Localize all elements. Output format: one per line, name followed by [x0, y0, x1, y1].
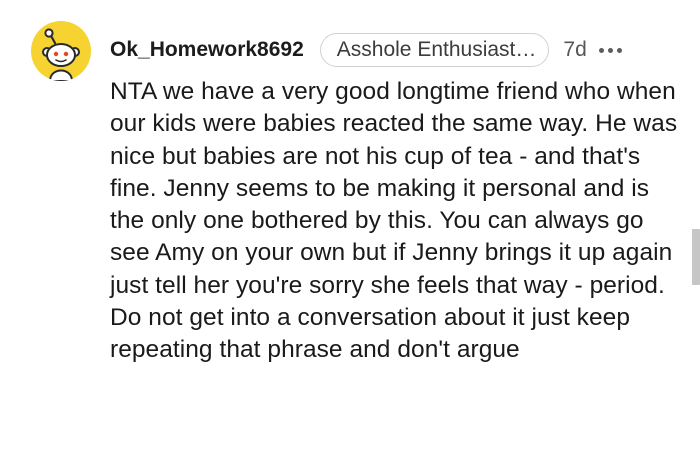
scrollbar[interactable] — [692, 229, 700, 285]
dot — [598, 47, 604, 53]
avatar[interactable] — [31, 21, 91, 81]
username[interactable]: Ok_Homework8692 — [110, 38, 304, 62]
more-options-icon[interactable] — [598, 33, 626, 67]
dot — [616, 47, 622, 53]
comment-body: NTA we have a very good longtime friend … — [110, 78, 678, 364]
dot — [607, 47, 613, 53]
user-flair: Asshole Enthusiast… — [319, 33, 550, 67]
reddit-snoo-avatar-icon — [42, 28, 80, 81]
comment-header: Ok_Homework8692 Asshole Enthusiast… 7d — [110, 31, 626, 69]
comment-age: 7d — [563, 38, 587, 61]
comment: Ok_Homework8692 Asshole Enthusiast… 7d N… — [0, 0, 700, 457]
